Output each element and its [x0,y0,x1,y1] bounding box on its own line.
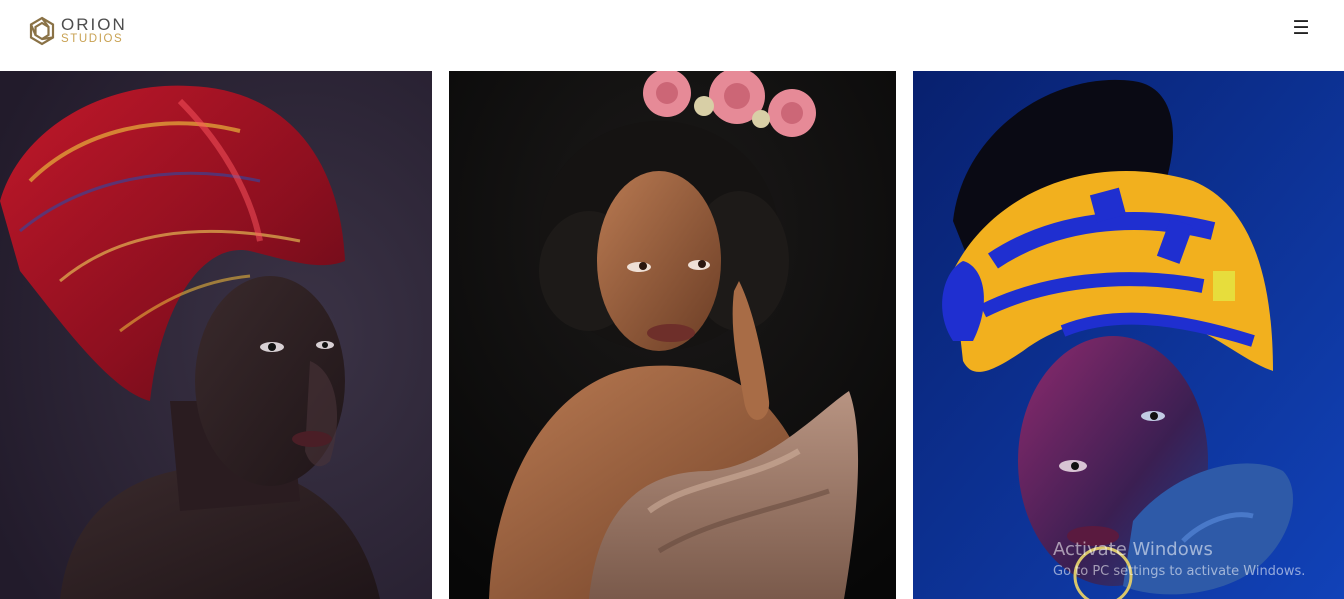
gallery-photo-red-headwrap[interactable] [0,71,432,599]
photo-gallery [0,71,1344,599]
watermark-subtitle: Go to PC settings to activate Windows. [1053,564,1306,579]
gallery-photo-blue-headwrap[interactable] [913,71,1344,599]
activate-windows-watermark: Activate Windows Go to PC settings to ac… [1053,539,1305,581]
orion-studios-logo[interactable]: ORION STUDIOS [27,14,127,48]
watermark-title: Activate Windows [1053,539,1213,560]
gallery-photo-flower-crown[interactable] [449,71,896,599]
hamburger-menu-icon[interactable]: ☰ [1290,17,1312,39]
hexagon-logo-icon [29,16,55,46]
logo-word: ORION [61,15,127,35]
logo-subword: STUDIOS [61,33,124,46]
logo-text: ORION STUDIOS [61,16,127,46]
site-header: ORION STUDIOS ☰ [0,0,1344,71]
